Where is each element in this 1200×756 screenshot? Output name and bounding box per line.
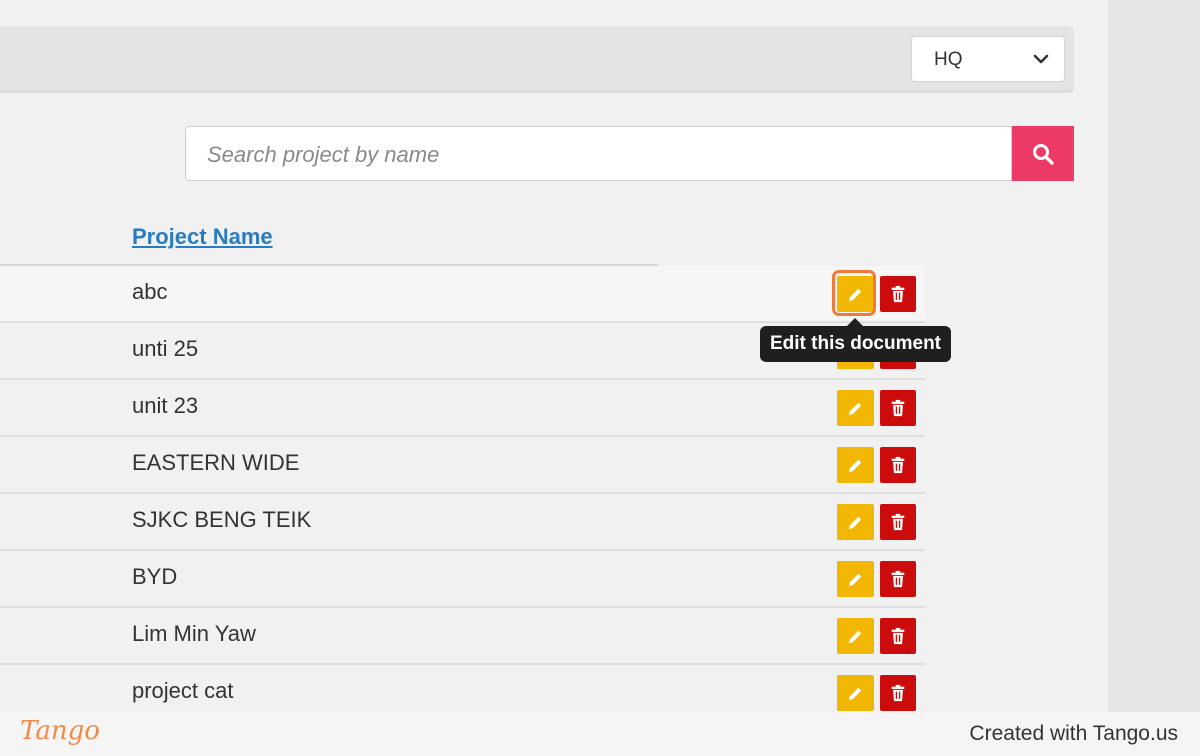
- delete-button[interactable]: [880, 390, 916, 426]
- search-placeholder: Search project by name: [207, 142, 440, 167]
- click-highlight-ring: [832, 270, 876, 316]
- pencil-icon: [848, 459, 862, 473]
- edit-button[interactable]: [837, 447, 874, 483]
- tango-logo: Tango: [20, 716, 100, 746]
- chevron-down-icon: [1033, 54, 1049, 64]
- delete-button[interactable]: [880, 504, 916, 540]
- search-button[interactable]: [1012, 126, 1074, 181]
- table-row: abc: [0, 266, 925, 323]
- edit-button[interactable]: [837, 390, 874, 426]
- project-name: project cat: [132, 678, 234, 703]
- trash-icon: [891, 627, 905, 645]
- trash-icon: [891, 456, 905, 474]
- project-name: SJKC BENG TEIK: [132, 507, 312, 532]
- project-name: abc: [132, 279, 168, 304]
- tango-footer: Tango Created with Tango.us: [0, 712, 1200, 756]
- location-select-value: HQ: [934, 49, 963, 70]
- project-name: EASTERN WIDE: [132, 450, 300, 475]
- pencil-icon: [848, 402, 862, 416]
- delete-button[interactable]: [880, 276, 916, 312]
- tooltip-arrow: [847, 318, 863, 326]
- project-name: BYD: [132, 564, 178, 589]
- delete-button[interactable]: [880, 447, 916, 483]
- right-side-panel: [1108, 0, 1200, 712]
- search-icon: [1033, 144, 1054, 165]
- pencil-icon: [848, 630, 862, 644]
- column-header-project-name[interactable]: Project Name: [132, 224, 273, 250]
- delete-button[interactable]: [880, 675, 916, 711]
- footer-credit: Created with Tango.us: [969, 722, 1178, 745]
- delete-button[interactable]: [880, 618, 916, 654]
- delete-button[interactable]: [880, 561, 916, 597]
- pencil-icon: [848, 516, 862, 530]
- project-name: Lim Min Yaw: [132, 621, 256, 646]
- trash-icon: [891, 684, 905, 702]
- pencil-icon: [848, 573, 862, 587]
- location-select[interactable]: HQ: [911, 36, 1065, 82]
- pencil-icon: [848, 687, 862, 701]
- trash-icon: [891, 570, 905, 588]
- edit-button[interactable]: [837, 675, 874, 711]
- edit-button[interactable]: [837, 561, 874, 597]
- trash-icon: [891, 513, 905, 531]
- table-row: BYD: [0, 551, 925, 608]
- edit-button[interactable]: [837, 504, 874, 540]
- edit-button[interactable]: [837, 618, 874, 654]
- table-row: Lim Min Yaw: [0, 608, 925, 665]
- search-input[interactable]: Search project by name: [185, 126, 1012, 181]
- trash-icon: [891, 399, 905, 417]
- edit-tooltip: Edit this document: [760, 326, 951, 362]
- table-row: SJKC BENG TEIK: [0, 494, 925, 551]
- project-name: unit 23: [132, 393, 199, 418]
- project-name: unti 25: [132, 336, 199, 361]
- table-row: unit 23: [0, 380, 925, 437]
- table-row: EASTERN WIDE: [0, 437, 925, 494]
- trash-icon: [891, 285, 905, 303]
